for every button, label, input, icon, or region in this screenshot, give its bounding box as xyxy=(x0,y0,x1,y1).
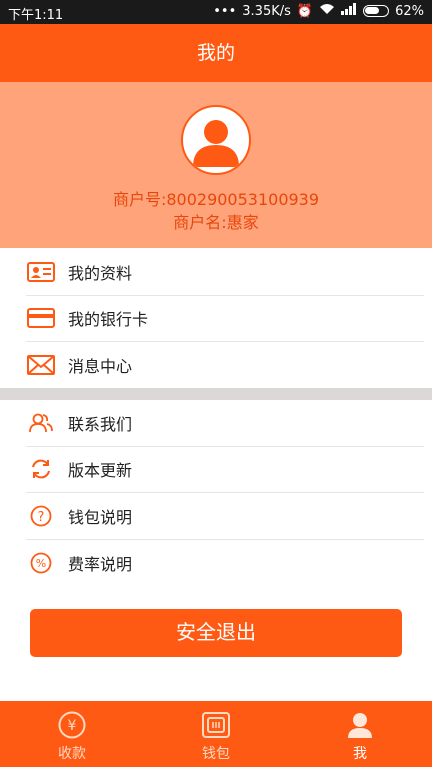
menu-group-account: 我的资料 我的银行卡 消息中心 xyxy=(0,249,432,389)
page-title: 我的 xyxy=(0,24,432,82)
signal-icon xyxy=(341,3,357,19)
user-icon xyxy=(346,711,374,739)
menu-item-message-center[interactable]: 消息中心 xyxy=(26,342,424,389)
yen-icon: ¥ xyxy=(58,711,86,739)
menu-item-my-bank-card[interactable]: 我的银行卡 xyxy=(26,296,424,342)
tab-label: 我 xyxy=(353,746,367,762)
more-dots-icon: ••• xyxy=(213,3,237,19)
envelope-icon xyxy=(26,353,56,377)
menu-label: 我的银行卡 xyxy=(68,310,149,330)
menu-label: 版本更新 xyxy=(68,461,133,481)
menu-label: 联系我们 xyxy=(68,414,133,434)
battery-icon xyxy=(363,5,390,17)
tab-label: 钱包 xyxy=(202,746,230,762)
svg-text:?: ? xyxy=(38,510,45,525)
svg-text:¥: ¥ xyxy=(68,718,77,734)
tab-collect[interactable]: ¥ 收款 xyxy=(0,701,144,767)
percent-icon: % xyxy=(26,551,56,575)
bottom-tab-bar: ¥ 收款 钱包 我 xyxy=(0,701,432,767)
network-speed: 3.35K/s xyxy=(242,3,291,19)
menu-label: 消息中心 xyxy=(68,357,133,377)
menu-item-version-update[interactable]: 版本更新 xyxy=(26,447,424,493)
status-bar: 下午1:11 ••• 3.35K/s ⏰ 62% xyxy=(0,0,432,24)
user-avatar-icon xyxy=(193,120,239,167)
menu-item-contact-us[interactable]: 联系我们 xyxy=(26,400,424,447)
id-card-icon xyxy=(26,260,56,284)
question-icon: ? xyxy=(26,504,56,528)
bank-card-icon xyxy=(26,306,56,330)
battery-level: 62% xyxy=(395,3,424,19)
merchant-number: 商户号:800290053100939 xyxy=(112,190,320,209)
merchant-name: 商户名:惠家 xyxy=(173,213,259,232)
menu-group-info: 联系我们 版本更新 ? 钱包说明 % 费率说明 xyxy=(0,400,432,586)
status-right: ••• 3.35K/s ⏰ 62% xyxy=(213,3,424,19)
contacts-icon xyxy=(26,411,56,435)
tab-me[interactable]: 我 xyxy=(288,701,432,767)
svg-text:%: % xyxy=(36,557,46,570)
menu-item-my-profile[interactable]: 我的资料 xyxy=(26,249,424,296)
tab-wallet[interactable]: 钱包 xyxy=(144,701,288,767)
menu-label: 钱包说明 xyxy=(68,507,133,527)
wallet-icon xyxy=(201,711,231,739)
profile-section: 商户号:800290053100939 商户名:惠家 xyxy=(0,82,432,248)
menu-item-wallet-guide[interactable]: ? 钱包说明 xyxy=(26,493,424,540)
section-divider xyxy=(0,388,432,400)
menu-label: 费率说明 xyxy=(68,554,133,574)
wifi-icon xyxy=(319,3,335,19)
alarm-icon: ⏰ xyxy=(296,3,314,19)
menu-label: 我的资料 xyxy=(68,263,133,283)
refresh-icon xyxy=(26,457,56,481)
menu-item-rate-guide[interactable]: % 费率说明 xyxy=(26,540,424,587)
tab-label: 收款 xyxy=(58,746,86,762)
status-time: 下午1:11 xyxy=(8,8,64,23)
logout-button[interactable]: 安全退出 xyxy=(30,609,402,657)
avatar[interactable] xyxy=(181,105,251,175)
